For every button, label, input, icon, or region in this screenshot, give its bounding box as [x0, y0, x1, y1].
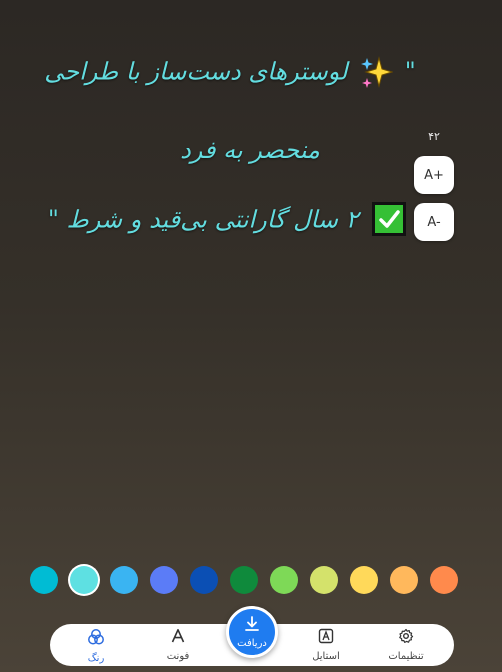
download-label: دریافت [237, 638, 267, 649]
font-icon [170, 628, 186, 648]
color-swatch[interactable] [310, 566, 338, 594]
color-swatch[interactable] [110, 566, 138, 594]
color-palette [0, 566, 502, 598]
style-icon [318, 628, 334, 648]
download-icon [243, 615, 261, 637]
nav-color-label: رنگ [87, 653, 105, 664]
sparkles-icon [359, 56, 394, 90]
increase-font-button[interactable]: A+ [414, 156, 454, 194]
nav-settings-label: تنظیمات [388, 651, 424, 662]
quote-line-2[interactable]: منحصر به فرد [60, 136, 440, 164]
close-quote: " [47, 205, 59, 234]
color-circles-icon [87, 628, 105, 650]
color-swatch[interactable] [30, 566, 58, 594]
nav-style-label: استایل [312, 651, 340, 662]
nav-style[interactable]: استایل [296, 628, 356, 662]
line-2-text: منحصر به فرد [180, 136, 320, 164]
nav-font[interactable]: فونت [148, 628, 208, 662]
line-1-text: لوسترهای دست‌ساز با طراحی [44, 57, 348, 86]
color-swatch[interactable] [430, 566, 458, 594]
color-swatch[interactable] [270, 566, 298, 594]
nav-settings[interactable]: تنظیمات [376, 628, 436, 662]
color-swatch[interactable] [70, 566, 98, 594]
font-size-value: ۴۲ [428, 130, 440, 143]
color-swatch[interactable] [230, 566, 258, 594]
nav-font-label: فونت [166, 651, 190, 662]
open-quote: " [404, 57, 416, 86]
quote-line-3[interactable]: ۲ سال گارانتی بی‌قید و شرط " [40, 202, 420, 238]
decrease-font-button[interactable]: A- [414, 203, 454, 241]
nav-color[interactable]: رنگ [66, 628, 126, 664]
color-swatch[interactable] [350, 566, 378, 594]
gear-icon [398, 628, 414, 648]
color-swatch[interactable] [190, 566, 218, 594]
check-mark-icon [372, 202, 407, 236]
color-swatch[interactable] [150, 566, 178, 594]
download-button[interactable]: دریافت [226, 606, 278, 658]
color-swatch[interactable] [390, 566, 418, 594]
line-3-text: ۲ سال گارانتی بی‌قید و شرط [66, 205, 359, 234]
quote-line-1[interactable]: " لوسترهای دست‌ساز با طراحی [40, 56, 420, 90]
